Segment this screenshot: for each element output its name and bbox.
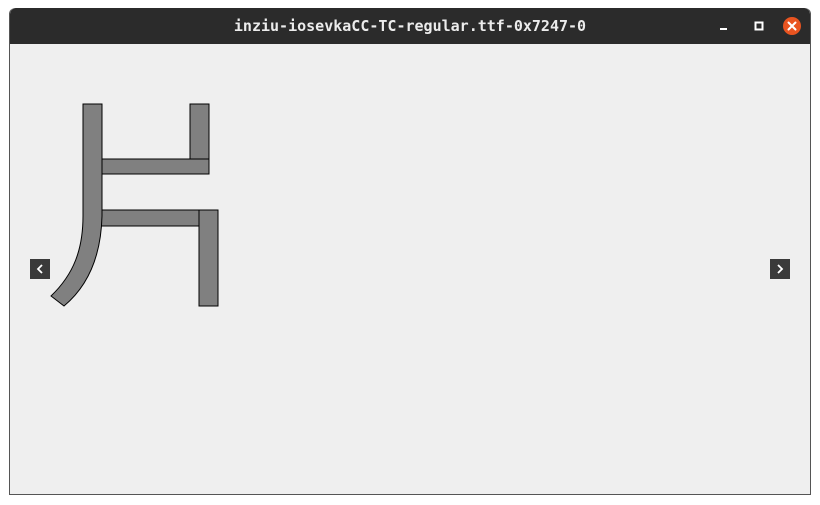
close-icon: [787, 21, 797, 31]
maximize-icon: [754, 21, 764, 31]
previous-glyph-button[interactable]: [30, 259, 50, 279]
glyph-viewer: [10, 44, 810, 494]
chevron-right-icon: [777, 264, 784, 274]
minimize-icon: [720, 28, 727, 30]
glyph-stroke-upper-horizontal: [99, 158, 210, 175]
glyph-stroke-lower-right: [198, 209, 219, 307]
window-title: inziu-iosevkaCC-TC-regular.ttf-0x7247-0: [233, 17, 587, 35]
app-window: inziu-iosevkaCC-TC-regular.ttf-0x7247-0: [9, 8, 811, 495]
chevron-left-icon: [36, 264, 43, 274]
next-glyph-button[interactable]: [770, 259, 790, 279]
close-button[interactable]: [783, 17, 801, 35]
glyph-stroke-left-sweep: [50, 103, 103, 307]
maximize-button[interactable]: [750, 17, 768, 35]
title-bar[interactable]: inziu-iosevkaCC-TC-regular.ttf-0x7247-0: [10, 8, 810, 44]
glyph-rendering: [50, 103, 219, 307]
minimize-button[interactable]: [715, 17, 733, 35]
